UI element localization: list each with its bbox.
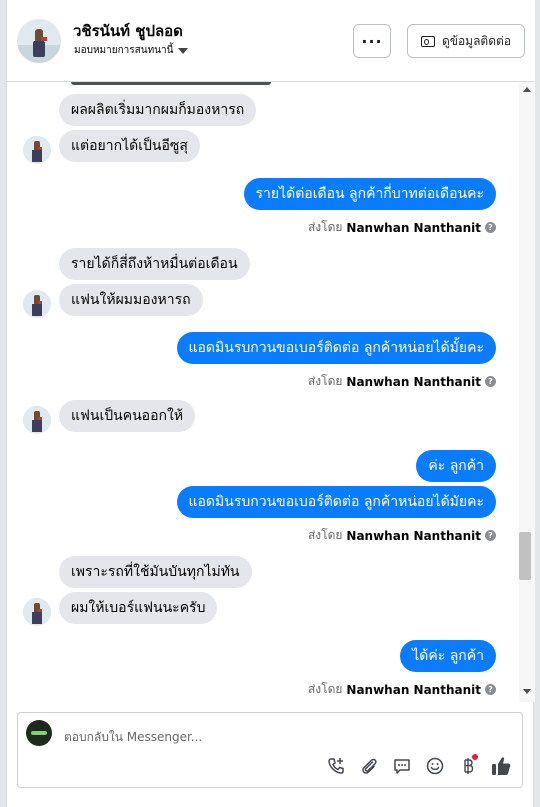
contact-name: วชิรนันท์ ชูปลอด xyxy=(73,22,183,40)
caret-down-icon xyxy=(178,47,189,54)
conversation-panel: วชิรนันท์ ชูปลอด มอบหมายการสนทนานี้ ··· … xyxy=(6,0,535,807)
thread-scrollbar[interactable] xyxy=(519,82,535,702)
sent-by-prefix: ส่งโดย xyxy=(307,682,343,696)
help-icon[interactable]: ? xyxy=(485,376,496,387)
reply-composer: ตอบกลับใน Messenger... xyxy=(17,712,523,788)
phone-plus-icon[interactable] xyxy=(325,755,347,777)
sent-by-prefix: ส่งโดย xyxy=(307,528,343,542)
scrollbar-thumb[interactable] xyxy=(519,532,531,580)
reply-input[interactable]: ตอบกลับใน Messenger... xyxy=(64,728,202,747)
view-contact-button[interactable]: ดูข้อมูลติดต่อ xyxy=(407,24,525,58)
sender-avatar[interactable] xyxy=(23,598,51,626)
outgoing-message[interactable]: ค่ะ ลูกค้า xyxy=(416,450,496,482)
help-icon[interactable]: ? xyxy=(485,530,496,541)
baht-icon[interactable] xyxy=(457,754,479,777)
page-avatar xyxy=(26,720,52,746)
sent-by-name: Nanwhan Nanthanit xyxy=(346,374,481,389)
assign-conversation-dropdown[interactable]: มอบหมายการสนทนานี้ xyxy=(74,43,189,58)
notification-dot xyxy=(472,754,478,760)
outgoing-message[interactable]: แอดมินรบกวนขอเบอร์ติดต่อ ลูกค้าหน่อยได้ม… xyxy=(176,332,496,364)
message-thread[interactable]: ผลผลิตเริ่มมากผมก็มองหารถ แต่อยากได้เป็น… xyxy=(7,82,519,702)
incoming-message[interactable]: รายได้ก็สี่ถึงห้าหมื่นต่อเดือน xyxy=(59,248,250,280)
incoming-message[interactable]: เพราะรถที่ใช้มันบันทุกไม่ทัน xyxy=(59,556,252,588)
saved-reply-icon[interactable] xyxy=(391,755,413,777)
incoming-message[interactable]: ผลผลิตเริ่มมากผมก็มองหารถ xyxy=(59,94,257,126)
help-icon[interactable]: ? xyxy=(485,684,496,695)
incoming-message[interactable]: แต่อยากได้เป็นอีซูสุ xyxy=(59,130,200,162)
assign-conversation-label: มอบหมายการสนทนานี้ xyxy=(74,45,174,56)
sent-by-label: ส่งโดย Nanwhan Nanthanit ? xyxy=(308,218,496,237)
incoming-message[interactable]: ผมให้เบอร์แฟนนะครับ xyxy=(59,592,218,624)
sent-by-label: ส่งโดย Nanwhan Nanthanit ? xyxy=(308,526,496,545)
thumbs-up-icon[interactable] xyxy=(490,755,512,777)
outgoing-message[interactable]: ได้ค่ะ ลูกค้า xyxy=(400,640,496,672)
sent-by-label: ส่งโดย Nanwhan Nanthanit ? xyxy=(308,372,496,391)
emoji-icon[interactable] xyxy=(424,755,446,777)
help-icon[interactable]: ? xyxy=(485,222,496,233)
view-contact-label: ดูข้อมูลติดต่อ xyxy=(441,33,512,48)
paperclip-icon[interactable] xyxy=(358,755,380,777)
sent-by-prefix: ส่งโดย xyxy=(307,374,343,388)
conversation-header: วชิรนันท์ ชูปลอด มอบหมายการสนทนานี้ ··· … xyxy=(7,0,535,82)
incoming-message[interactable]: แฟนให้ผมมองหารถ xyxy=(59,284,203,316)
more-options-button[interactable]: ··· xyxy=(353,24,391,58)
sent-by-name: Nanwhan Nanthanit xyxy=(346,220,481,235)
outgoing-message[interactable]: แอดมินรบกวนขอเบอร์ติดต่อ ลูกค้าหน่อยได้ม… xyxy=(176,486,496,518)
scroll-down-arrow-icon[interactable] xyxy=(523,689,531,694)
sender-avatar[interactable] xyxy=(23,406,51,434)
scroll-up-arrow-icon[interactable] xyxy=(523,87,531,92)
previous-attachment-edge xyxy=(71,82,271,85)
sender-avatar[interactable] xyxy=(23,290,51,318)
contact-avatar[interactable] xyxy=(17,19,61,63)
sent-by-name: Nanwhan Nanthanit xyxy=(346,528,481,543)
sender-avatar[interactable] xyxy=(23,136,51,164)
outgoing-message[interactable]: รายได้ต่อเดือน ลูกค้ากี่บาทต่อเดือนคะ xyxy=(243,178,496,210)
contact-card-icon xyxy=(420,35,435,47)
incoming-message[interactable]: แฟนเป็นคนออกให้ xyxy=(59,400,196,432)
sent-by-prefix: ส่งโดย xyxy=(307,220,343,234)
composer-toolbar xyxy=(325,754,512,777)
sent-by-name: Nanwhan Nanthanit xyxy=(346,682,481,697)
sent-by-label: ส่งโดย Nanwhan Nanthanit ? xyxy=(308,680,496,699)
